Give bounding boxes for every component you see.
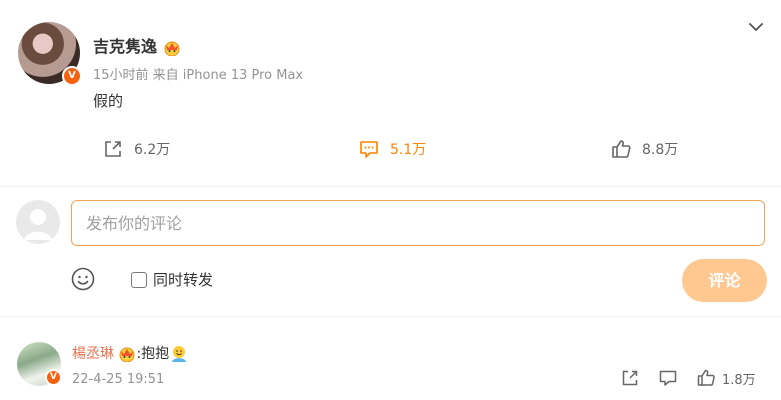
submit-comment-button[interactable]: 评论 [682, 259, 767, 302]
like-button[interactable]: 8.8万 [610, 138, 678, 160]
section-divider [0, 186, 781, 187]
hug-emoji-icon [172, 346, 187, 362]
commenter-name[interactable]: 楊丞琳 [72, 346, 114, 362]
comment-icon[interactable] [658, 368, 678, 388]
repost-icon[interactable] [620, 368, 640, 388]
comment-time: 22-4-25 19:51 [72, 372, 165, 387]
post-content: 假的 [93, 92, 124, 110]
comment-count: 5.1万 [390, 142, 427, 158]
author-name[interactable]: 吉克隽逸 [93, 37, 157, 56]
verified-badge: V [62, 66, 82, 86]
crown-badge-icon [119, 347, 135, 362]
comment-actions: 1.8万 [620, 368, 756, 388]
author-name-row: 吉克隽逸 [93, 33, 181, 57]
repost-also-label: 同时转发 [153, 271, 214, 289]
repost-checkbox[interactable] [131, 271, 147, 288]
comment-text: :抱抱 [136, 346, 170, 362]
crown-badge-icon [164, 41, 180, 56]
like-icon [612, 140, 631, 158]
section-divider [0, 316, 781, 317]
commenter-verified-badge: V [45, 369, 62, 386]
repost-icon [105, 141, 121, 157]
comment-like-count: 1.8万 [722, 372, 756, 388]
comment-row: 楊丞琳 :抱抱 [72, 343, 189, 364]
repost-also-option[interactable]: 同时转发 [131, 269, 213, 290]
chevron-down-icon[interactable] [747, 18, 765, 36]
like-icon [697, 369, 715, 386]
default-avatar-icon [24, 209, 52, 240]
comment-button[interactable]: 5.1万 [358, 138, 426, 160]
emoji-icon[interactable] [70, 266, 96, 292]
repost-count: 6.2万 [134, 142, 171, 158]
repost-button[interactable]: 6.2万 [102, 138, 170, 160]
comment-like-button[interactable]: 1.8万 [696, 368, 756, 388]
comment-icon [360, 141, 378, 158]
current-user-avatar [16, 200, 60, 244]
like-count: 8.8万 [642, 142, 679, 158]
post-meta: 15小时前 来自 iPhone 13 Pro Max [93, 68, 304, 83]
comment-input[interactable] [71, 200, 765, 246]
